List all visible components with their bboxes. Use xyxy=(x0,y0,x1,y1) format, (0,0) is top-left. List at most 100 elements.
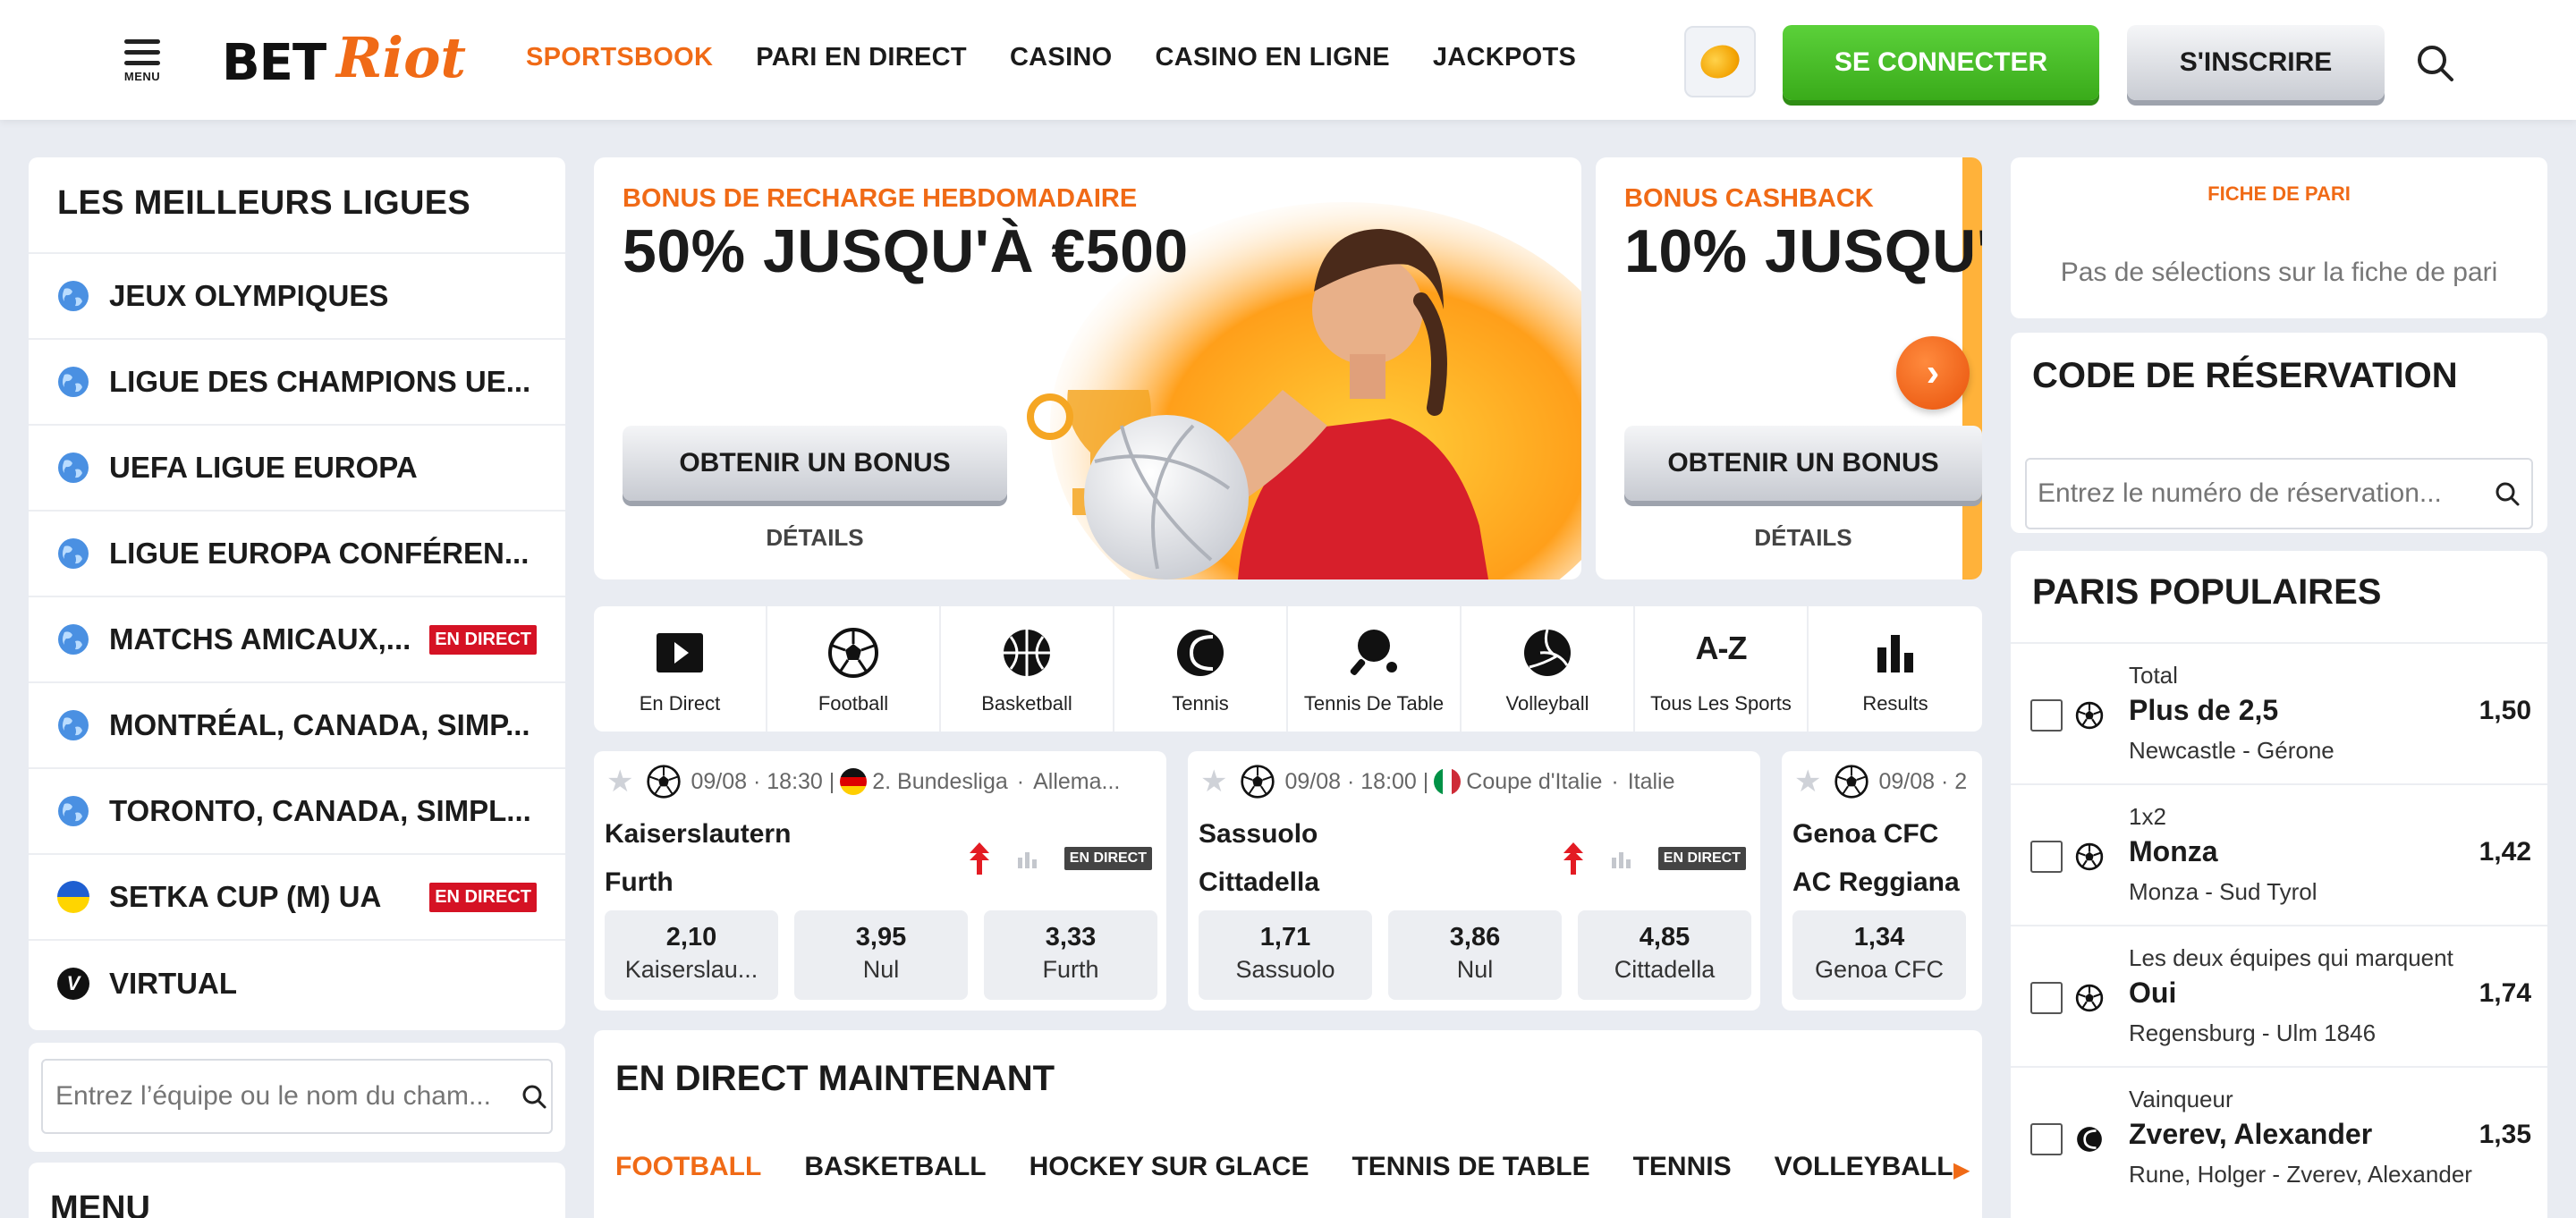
sport-tab-tennis[interactable]: Tennis xyxy=(1114,606,1288,732)
league-name: SETKA CUP (M) UA xyxy=(109,880,382,913)
search-icon[interactable] xyxy=(2494,480,2521,507)
betslip-title: FICHE DE PARI xyxy=(2207,182,2351,205)
bet-odd[interactable]: 1,35 xyxy=(2479,1120,2531,1150)
bet-checkbox[interactable] xyxy=(2030,1123,2063,1155)
logo-riot: Riot xyxy=(336,25,467,90)
bet-checkbox[interactable] xyxy=(2030,841,2063,873)
coin-button[interactable] xyxy=(1684,26,1756,97)
bet-selection: Oui xyxy=(2129,977,2177,1009)
league-item-setka-cup[interactable]: SETKA CUP (M) UA EN DIRECT xyxy=(29,855,565,941)
sport-tab-volleyball[interactable]: Volleyball xyxy=(1462,606,1635,732)
basketball-icon xyxy=(1004,630,1050,676)
sport-tab-all-sports[interactable]: A-Z Tous Les Sports xyxy=(1635,606,1809,732)
live-sport-tabs: FOOTBALL BASKETBALL HOCKEY SUR GLACE TEN… xyxy=(615,1152,1953,1182)
register-button[interactable]: S'INSCRIRE xyxy=(2127,25,2385,100)
league-item-friendlies[interactable]: MATCHS AMICAUX,... EN DIRECT xyxy=(29,597,565,683)
odd-button[interactable]: 1,34 Genoa CFC xyxy=(1792,910,1966,1000)
globe-icon xyxy=(58,796,89,826)
bet-checkbox[interactable] xyxy=(2030,982,2063,1014)
league-item-conference-league[interactable]: LIGUE EUROPA CONFÉREN... xyxy=(29,512,565,597)
match-league: 2. Bundesliga xyxy=(872,768,1008,794)
sport-tab-football[interactable]: Football xyxy=(767,606,941,732)
match-card[interactable]: ★ 09/08 · 18:30 | 2. Bundesliga · Allema… xyxy=(594,751,1166,1011)
live-tab-volleyball[interactable]: VOLLEYBALL xyxy=(1775,1152,1953,1182)
star-icon[interactable]: ★ xyxy=(606,764,633,799)
bet-odd[interactable]: 1,42 xyxy=(2479,837,2531,867)
match-league: Coupe d'Italie xyxy=(1466,768,1603,794)
league-item-olympics[interactable]: JEUX OLYMPIQUES xyxy=(29,254,565,340)
promo-banner-recharge[interactable]: BONUS DE RECHARGE HEBDOMADAIRE 50% JUSQU… xyxy=(594,157,1581,579)
sport-label: Tennis De Table xyxy=(1303,692,1445,715)
match-time: 09/08 · 18:00 | xyxy=(1284,768,1429,794)
search-icon[interactable] xyxy=(521,1083,547,1110)
bet-checkbox[interactable] xyxy=(2030,699,2063,732)
odd-label: Furth xyxy=(1042,956,1099,983)
odd-button[interactable]: 2,10 Kaiserslau... xyxy=(605,910,778,1000)
banner-next-arrow-icon[interactable]: › xyxy=(1896,336,1970,410)
nav-live-betting[interactable]: PARI EN DIRECT xyxy=(756,43,967,72)
ukraine-flag-icon xyxy=(57,881,89,913)
odd-button[interactable]: 3,86 Nul xyxy=(1388,910,1562,1000)
league-item-champions-league[interactable]: LIGUE DES CHAMPIONS UE... xyxy=(29,340,565,426)
bet-event: Rune, Holger - Zverev, Alexander xyxy=(2129,1161,2472,1188)
league-item-montreal[interactable]: MONTRÉAL, CANADA, SIMP... xyxy=(29,683,565,769)
event-away: Ulm 1846 xyxy=(2275,1019,2377,1046)
star-icon[interactable]: ★ xyxy=(1794,764,1821,799)
nav-live-casino[interactable]: CASINO EN LIGNE xyxy=(1156,43,1390,72)
search-icon[interactable] xyxy=(2415,43,2454,82)
odd-button[interactable]: 4,85 Cittadella xyxy=(1578,910,1751,1000)
league-item-europa-league[interactable]: UEFA LIGUE EUROPA xyxy=(29,426,565,512)
get-bonus-button[interactable]: OBTENIR UN BONUS xyxy=(623,426,1007,501)
tabs-scroll-right-icon[interactable]: ▶ xyxy=(1953,1157,1970,1183)
live-tab-tennis[interactable]: TENNIS xyxy=(1633,1152,1732,1182)
sport-tab-live[interactable]: En Direct xyxy=(594,606,767,732)
sport-tab-table-tennis[interactable]: Tennis De Table xyxy=(1288,606,1462,732)
stats-icon[interactable] xyxy=(1610,847,1633,870)
away-team: AC Reggiana xyxy=(1792,867,1960,897)
nav-casino[interactable]: CASINO xyxy=(1010,43,1113,72)
sport-tab-basketball[interactable]: Basketball xyxy=(941,606,1114,732)
bet-event: Regensburg - Ulm 1846 xyxy=(2129,1019,2377,1046)
bet-odd[interactable]: 1,50 xyxy=(2479,696,2531,726)
login-button[interactable]: SE CONNECTER xyxy=(1783,25,2099,100)
event-home: Regensburg xyxy=(2129,1019,2256,1046)
globe-icon xyxy=(58,453,89,483)
bet-odd[interactable]: 1,74 xyxy=(2479,978,2531,1009)
menu-button[interactable]: MENU xyxy=(122,39,163,84)
nav-jackpots[interactable]: JACKPOTS xyxy=(1433,43,1576,72)
popular-bet-item[interactable]: 1x2 Monza 1,42 Monza - Sud Tyrol xyxy=(2011,783,2547,925)
details-link[interactable]: DÉTAILS xyxy=(1624,524,1982,552)
odd-button[interactable]: 1,71 Sassuolo xyxy=(1199,910,1372,1000)
popular-bet-item[interactable]: Total Plus de 2,5 1,50 Newcastle - Géron… xyxy=(2011,642,2547,783)
sport-label: Volleyball xyxy=(1505,692,1589,715)
nav-sportsbook[interactable]: SPORTSBOOK xyxy=(526,43,713,72)
odd-button[interactable]: 3,95 Nul xyxy=(794,910,968,1000)
live-now-panel: EN DIRECT MAINTENANT FOOTBALL BASKETBALL… xyxy=(594,1030,1982,1218)
booking-code-panel: CODE DE RÉSERVATION xyxy=(2011,333,2547,533)
event-away: Gérone xyxy=(2257,737,2334,764)
match-meta: ★ 09/08 · 2 xyxy=(1794,764,1967,799)
live-tab-football[interactable]: FOOTBALL xyxy=(615,1152,761,1182)
match-card[interactable]: ★ 09/08 · 18:00 | Coupe d'Italie · Itali… xyxy=(1188,751,1760,1011)
odd-button[interactable]: 3,33 Furth xyxy=(984,910,1157,1000)
star-icon[interactable]: ★ xyxy=(1200,764,1227,799)
live-tab-ice-hockey[interactable]: HOCKEY SUR GLACE xyxy=(1030,1152,1309,1182)
get-bonus-button[interactable]: OBTENIR UN BONUS xyxy=(1624,426,1982,501)
match-icons: EN DIRECT xyxy=(1562,841,1746,876)
bet-market: 1x2 xyxy=(2129,803,2166,830)
league-item-toronto[interactable]: TORONTO, CANADA, SIMPL... xyxy=(29,769,565,855)
team-search-field xyxy=(41,1059,553,1134)
league-item-virtual[interactable]: V VIRTUAL xyxy=(29,941,565,1027)
team-search-input[interactable] xyxy=(55,1081,521,1112)
live-tab-table-tennis[interactable]: TENNIS DE TABLE xyxy=(1352,1152,1589,1182)
popular-bet-item[interactable]: Les deux équipes qui marquent Oui 1,74 R… xyxy=(2011,925,2547,1066)
details-link[interactable]: DÉTAILS xyxy=(623,524,1007,552)
betriot-logo[interactable]: BET Riot xyxy=(222,25,481,97)
stats-icon[interactable] xyxy=(1016,847,1039,870)
booking-code-input[interactable] xyxy=(2038,478,2494,509)
live-tab-basketball[interactable]: BASKETBALL xyxy=(804,1152,986,1182)
popular-bet-item[interactable]: Vainqueur Zverev, Alexander 1,35 Rune, H… xyxy=(2011,1066,2547,1207)
match-card[interactable]: ★ 09/08 · 2 Genoa CFC AC Reggiana 1,34 Ge… xyxy=(1782,751,1982,1011)
sport-label: Results xyxy=(1862,692,1928,715)
sport-tab-results[interactable]: Results xyxy=(1809,606,1982,732)
